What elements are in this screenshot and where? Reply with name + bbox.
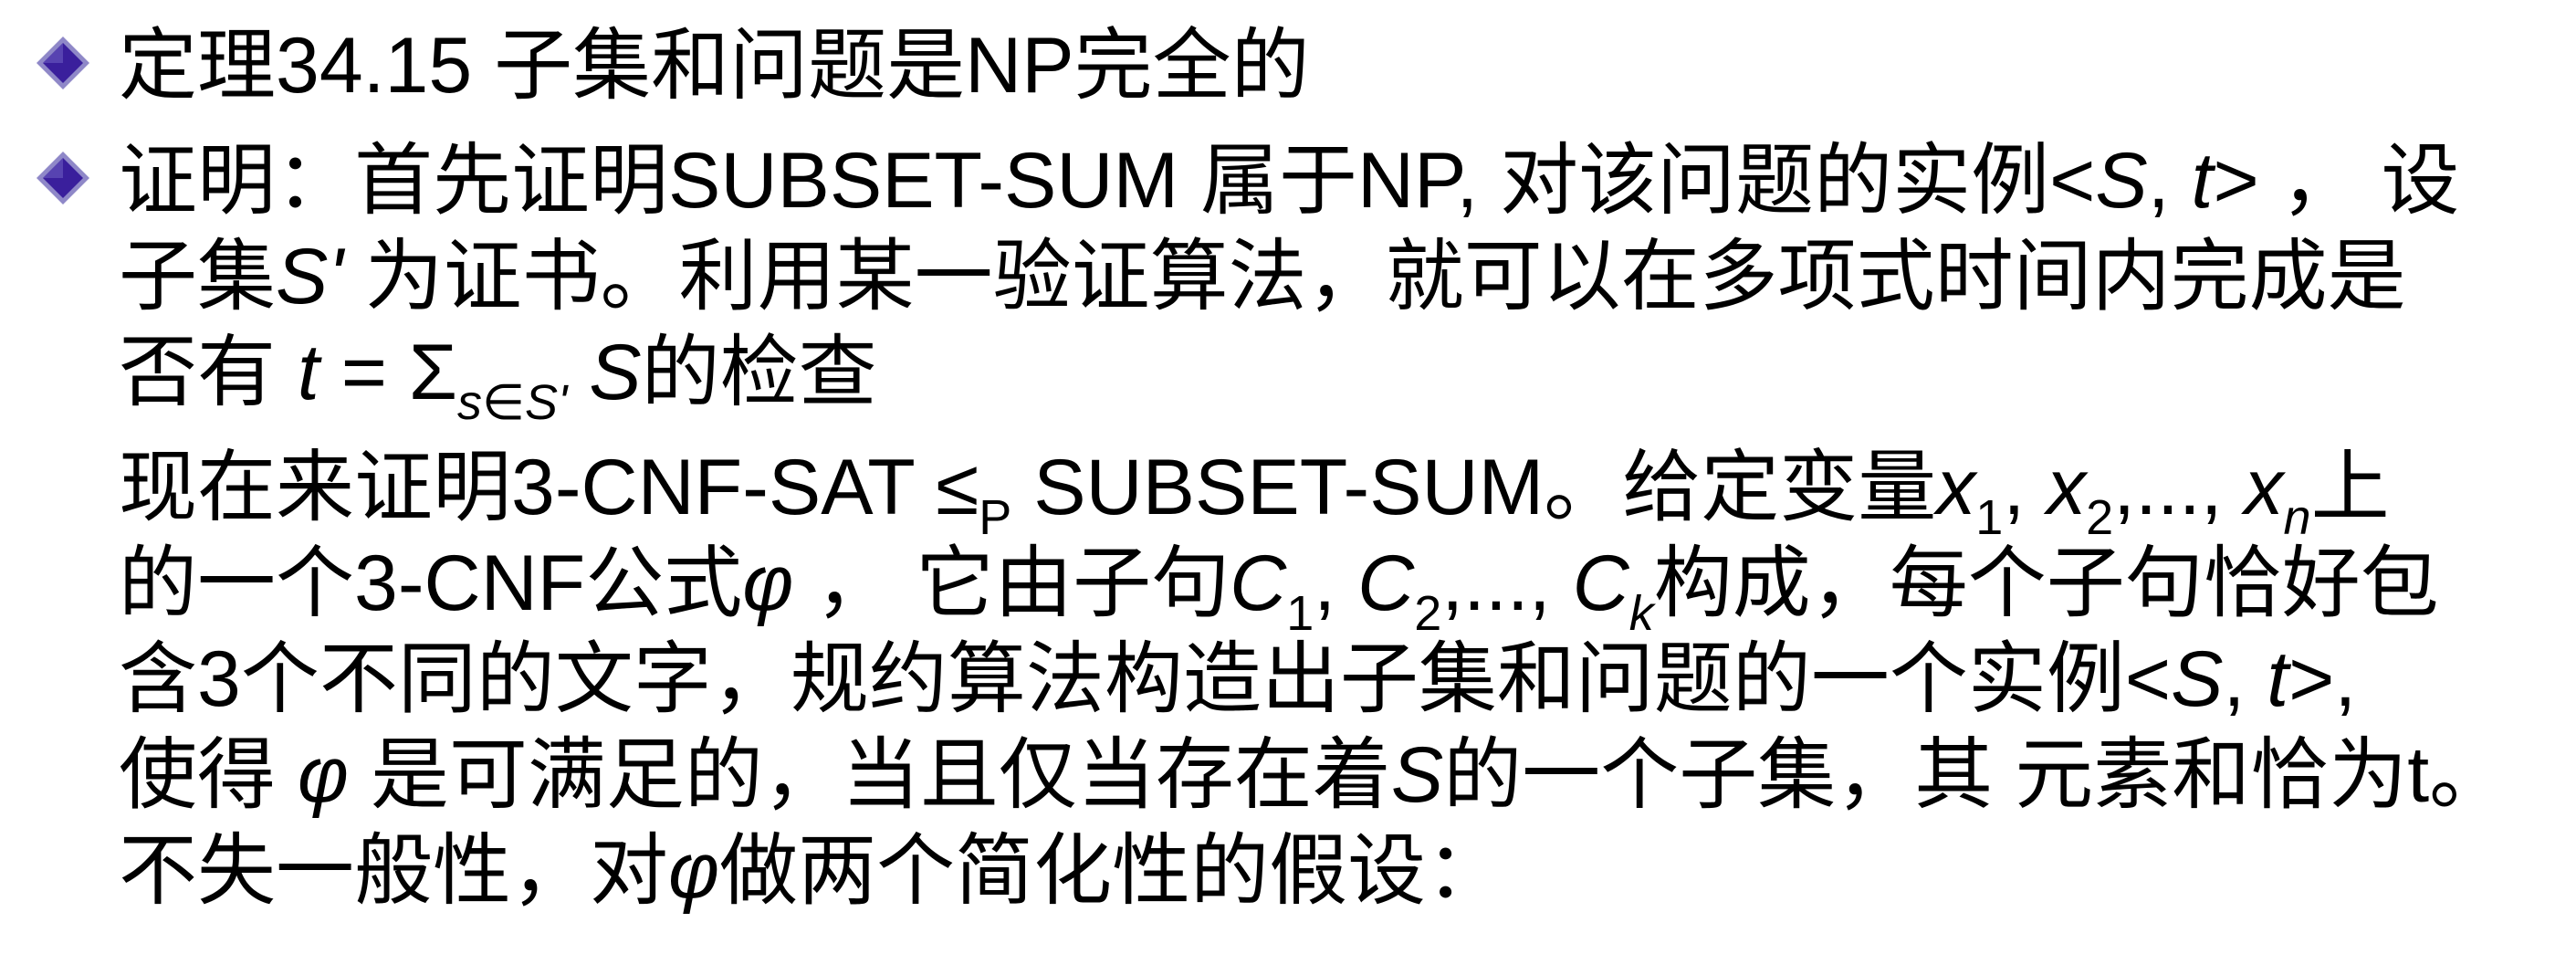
text-run: 现在来证明3-CNF-SAT ≤ xyxy=(119,444,979,531)
text-run: , xyxy=(2223,635,2267,723)
math-var: S' xyxy=(276,233,343,320)
diamond-bullet-icon xyxy=(35,35,91,91)
text-run: ， 它由子句 xyxy=(793,540,1230,627)
math-var: φ xyxy=(668,827,720,915)
math-var: x xyxy=(2244,444,2284,531)
subscript: P xyxy=(979,490,1012,545)
text-run: 的一个3-CNF公式 xyxy=(119,540,743,627)
text-run: , xyxy=(1314,540,1358,627)
math-var: x xyxy=(2047,444,2087,531)
math-var: C xyxy=(1230,540,1287,627)
math-var: φ xyxy=(742,540,794,627)
subscript: 1 xyxy=(1286,586,1314,641)
proof-line-1: 证明：首先证明SUBSET-SUM 属于NP, 对该问题的实例<S, t> ， … xyxy=(119,135,2459,226)
reduction-line-5: 不失一般性，对φ做两个简化性的假设： xyxy=(119,825,1504,917)
reduction-line-2: 的一个3-CNF公式φ ， 它由子句C1, C2,..., Ck构成，每个子句恰… xyxy=(119,538,2439,638)
text-run: 证明：首先证明SUBSET-SUM 属于NP, 对该问题的实例< xyxy=(119,137,2096,225)
theorem-text: 定理34.15 子集和问题是NP完全的 xyxy=(119,22,1310,110)
subscript: k xyxy=(1628,586,1654,641)
subscript: 2 xyxy=(2086,490,2114,545)
math-var: S xyxy=(1390,731,1444,819)
math-var: t xyxy=(2267,635,2289,723)
math-var: t xyxy=(297,329,319,416)
reduction-line-3: 含3个不同的文字，规约算法构造出子集和问题的一个实例<S, t>, xyxy=(119,634,2356,725)
math-var: C xyxy=(1572,540,1629,627)
reduction-line-4: 使得 φ 是可满足的，当且仅当存在着S的一个子集，其 元素和恰为t。 xyxy=(119,729,2508,821)
text-run: 的检查 xyxy=(641,329,877,416)
proof-line-3: 否有 t = Σs∈S' S的检查 xyxy=(119,327,877,427)
text-run: , xyxy=(2147,137,2192,225)
math-var: φ xyxy=(297,731,350,819)
text-run: ,..., xyxy=(1441,540,1573,627)
text-run: 的一个子集，其 元素和恰为t。 xyxy=(1443,731,2508,819)
text-run: = Σ xyxy=(319,329,457,416)
text-run: 含3个不同的文字，规约算法构造出子集和问题的一个实例< xyxy=(119,635,2172,723)
text-run: 子集 xyxy=(119,233,276,320)
diamond-bullet-icon xyxy=(35,150,91,206)
text-run: >, xyxy=(2288,635,2357,723)
text-run: 为证书。利用某一验证算法，就可以在多项式时间内完成是 xyxy=(342,233,2406,320)
subscript: s∈S' xyxy=(456,375,568,430)
math-var: x xyxy=(1936,444,1976,531)
text-run: 否有 xyxy=(119,329,298,416)
text-run: ,..., xyxy=(2113,444,2245,531)
text-run: SUBSET-SUM。给定变量 xyxy=(1011,444,1937,531)
text-run: 构成，每个子句恰好包 xyxy=(1653,540,2439,627)
text-run: 不失一般性，对 xyxy=(119,827,668,915)
math-var: S xyxy=(2095,137,2148,225)
subscript: 1 xyxy=(1975,490,2004,545)
math-var: t xyxy=(2191,137,2214,225)
reduction-line-1: 现在来证明3-CNF-SAT ≤P SUBSET-SUM。给定变量x1, x2,… xyxy=(119,442,2390,542)
text-run: , xyxy=(2003,444,2047,531)
math-var: S xyxy=(2171,635,2224,723)
text-run: 使得 xyxy=(119,731,298,819)
text-run: > ， 设 xyxy=(2213,137,2460,225)
proof-line-2: 子集S' 为证书。利用某一验证算法，就可以在多项式时间内完成是 xyxy=(119,231,2406,322)
text-run: 是可满足的，当且仅当存在着 xyxy=(349,731,1391,819)
subscript: 2 xyxy=(1414,586,1442,641)
math-var: C xyxy=(1357,540,1415,627)
math-var: S xyxy=(567,329,642,416)
subscript: n xyxy=(2283,490,2311,545)
slide: 定理34.15 子集和问题是NP完全的 证明：首先证明SUBSET-SUM 属于… xyxy=(0,0,2576,975)
theorem-statement: 定理34.15 子集和问题是NP完全的 xyxy=(119,20,1310,111)
text-run: 做两个简化性的假设： xyxy=(719,827,1505,915)
text-run: 上 xyxy=(2310,444,2390,531)
